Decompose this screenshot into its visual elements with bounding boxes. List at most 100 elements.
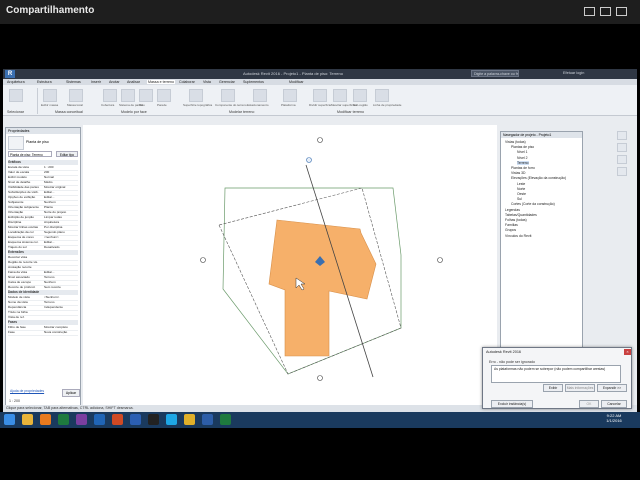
show-button[interactable]: Exibir bbox=[543, 384, 563, 392]
property-line-button[interactable] bbox=[375, 89, 389, 102]
property-value[interactable]: Médio bbox=[44, 180, 52, 184]
tab-sistemas[interactable]: Sistemas bbox=[66, 80, 81, 84]
floor-face-button[interactable] bbox=[139, 89, 153, 102]
property-value[interactable]: Nenhum bbox=[44, 280, 56, 284]
wall-face-button[interactable] bbox=[157, 89, 171, 102]
property-value[interactable]: Independente bbox=[44, 305, 63, 309]
browser-item[interactable]: Sul bbox=[517, 197, 522, 201]
tab-arquitetura[interactable]: Arquitetura bbox=[7, 80, 25, 84]
browser-item[interactable]: Leste bbox=[517, 182, 525, 186]
property-value[interactable]: Mostrar completo bbox=[44, 325, 68, 329]
site-component-button[interactable] bbox=[221, 89, 235, 102]
properties-help-link[interactable]: Ajuda de propriedades bbox=[10, 389, 44, 393]
property-value[interactable]: Limpar todas bbox=[44, 215, 62, 219]
browser-item[interactable]: Elevações (Elevação da construção) bbox=[511, 176, 566, 180]
browser-item[interactable]: Famílias bbox=[505, 223, 518, 227]
clock[interactable]: 9:22 AM 1/1/2016 bbox=[594, 413, 634, 423]
browser-item[interactable]: Grupos bbox=[505, 228, 516, 232]
property-value[interactable]: Mostrar original bbox=[44, 185, 65, 189]
property-value[interactable]: Por disciplina bbox=[44, 225, 62, 229]
merge-surfaces-button[interactable] bbox=[333, 89, 347, 102]
property-value[interactable]: Editar... bbox=[44, 195, 55, 199]
property-value[interactable]: Segundo plano bbox=[44, 230, 65, 234]
split-surface-button[interactable] bbox=[313, 89, 327, 102]
tab-estrutura[interactable]: Estrutura bbox=[37, 80, 52, 84]
expand-button[interactable]: Expandir >> bbox=[597, 384, 627, 392]
pad-button[interactable] bbox=[283, 89, 297, 102]
elevation-marker-north[interactable] bbox=[317, 137, 323, 143]
view-scale[interactable]: 1 : 200 bbox=[9, 399, 20, 403]
site-plan-drawing[interactable] bbox=[83, 125, 497, 411]
outlook-icon[interactable] bbox=[94, 414, 105, 425]
steering-wheel-icon[interactable] bbox=[617, 167, 627, 176]
property-value[interactable]: <nenhum> bbox=[44, 235, 59, 239]
cancel-button[interactable]: Cancelar bbox=[601, 400, 627, 408]
browser-item[interactable]: Terreno bbox=[517, 160, 529, 165]
revit-logo-icon[interactable]: R bbox=[5, 70, 15, 78]
properties-section-header[interactable]: Fases bbox=[8, 320, 78, 325]
edit-type-button[interactable]: Editar tipo bbox=[56, 151, 78, 157]
property-value[interactable]: <Nenhum> bbox=[44, 295, 59, 299]
signin-link[interactable]: Efetuar login bbox=[563, 71, 584, 75]
browser-item[interactable]: Norte bbox=[517, 187, 525, 191]
excel-icon[interactable] bbox=[58, 414, 69, 425]
delete-instances-button[interactable]: Excluir instância(s) bbox=[491, 400, 533, 408]
tab-modificar[interactable]: Modificar bbox=[289, 80, 304, 84]
property-value[interactable]: Nenhum bbox=[44, 200, 56, 204]
elevation-marker-east[interactable] bbox=[437, 257, 443, 263]
fullscreen-icon[interactable] bbox=[600, 7, 611, 16]
more-info-button[interactable]: Mais informações bbox=[565, 384, 595, 392]
subregion-button[interactable] bbox=[353, 89, 367, 102]
property-value[interactable]: Nova construção bbox=[44, 330, 67, 334]
media-player-icon[interactable] bbox=[40, 414, 51, 425]
explorer-icon[interactable] bbox=[22, 414, 33, 425]
browser-item[interactable]: Nível 2 bbox=[517, 156, 528, 160]
dialog-close-icon[interactable]: × bbox=[624, 349, 631, 355]
toposurface-button[interactable] bbox=[189, 89, 203, 102]
property-value[interactable]: Sem recorte bbox=[44, 285, 61, 289]
property-value[interactable]: Arquitetura bbox=[44, 220, 59, 224]
tab-vista[interactable]: Vista bbox=[203, 80, 211, 84]
property-value[interactable]: Norte do projeto bbox=[44, 210, 66, 214]
tab-massa-terreno[interactable]: Massa e terreno bbox=[147, 80, 175, 84]
tab-analisar[interactable]: Analisar bbox=[127, 80, 140, 84]
apply-button[interactable]: Aplicar bbox=[62, 389, 80, 397]
section-head-icon[interactable] bbox=[306, 157, 312, 163]
modify-button[interactable] bbox=[9, 89, 23, 102]
property-value[interactable]: Editar... bbox=[44, 240, 55, 244]
excel-2-icon[interactable] bbox=[220, 414, 231, 425]
view-cube-icon[interactable] bbox=[617, 131, 627, 140]
roof-face-button[interactable] bbox=[103, 89, 117, 102]
onenote-icon[interactable] bbox=[76, 414, 87, 425]
tab-suplementos[interactable]: Suplementos bbox=[243, 80, 264, 84]
tab-anotar[interactable]: Anotar bbox=[109, 80, 120, 84]
elevation-marker-west[interactable] bbox=[200, 257, 206, 263]
layout-icon[interactable] bbox=[584, 7, 595, 16]
property-value[interactable]: Editar... bbox=[44, 270, 55, 274]
show-mass-button[interactable] bbox=[43, 89, 57, 102]
inplace-mass-button[interactable] bbox=[69, 89, 83, 102]
powerpoint-icon[interactable] bbox=[112, 414, 123, 425]
properties-section-header[interactable]: Gráficos bbox=[8, 160, 78, 165]
windows-start-icon[interactable] bbox=[4, 414, 15, 425]
tab-colaborar[interactable]: Colaborar bbox=[179, 80, 195, 84]
browser-item[interactable]: Tabelas/Quantidades bbox=[505, 213, 537, 217]
browser-item[interactable]: Plantas de piso bbox=[511, 145, 534, 149]
error-list[interactable]: As plataformas não podem se sobrepor (nã… bbox=[491, 365, 621, 383]
zoom-icon[interactable] bbox=[617, 143, 627, 152]
properties-section-header[interactable]: Dados de identidade bbox=[8, 290, 78, 295]
browser-item[interactable]: Vistas (todas) bbox=[505, 140, 526, 144]
skype-icon[interactable] bbox=[166, 414, 177, 425]
cmd-icon[interactable] bbox=[148, 414, 159, 425]
property-value[interactable]: Terreno bbox=[44, 300, 55, 304]
ok-button[interactable]: OK bbox=[579, 400, 599, 408]
elevation-marker-south[interactable] bbox=[317, 375, 323, 381]
property-value[interactable]: Normal bbox=[44, 175, 54, 179]
property-value[interactable]: 200 bbox=[44, 170, 49, 174]
close-icon[interactable] bbox=[616, 7, 627, 16]
browser-item[interactable]: Legendas bbox=[505, 208, 520, 212]
revit-icon[interactable] bbox=[202, 414, 213, 425]
pan-icon[interactable] bbox=[617, 155, 627, 164]
search-input[interactable]: Digite a palavra-chave ou frase bbox=[471, 70, 519, 77]
browser-item[interactable]: Vínculos do Revit bbox=[505, 234, 531, 238]
